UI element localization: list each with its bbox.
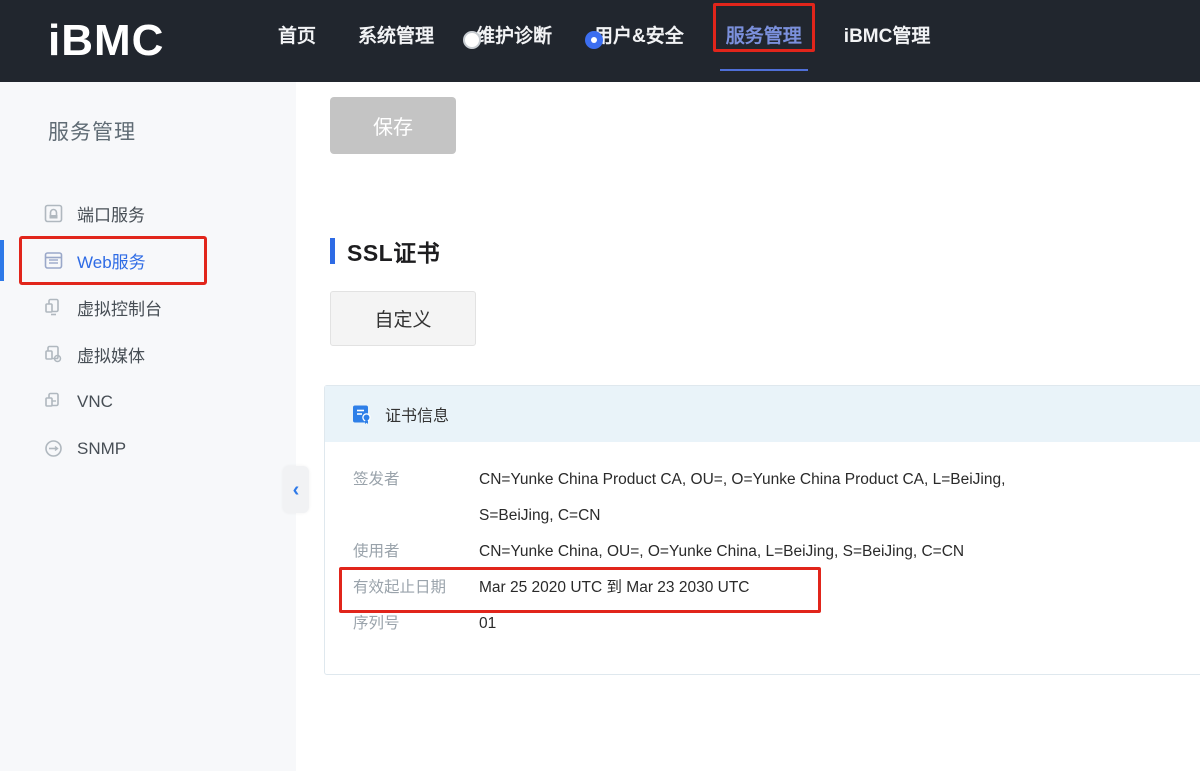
cert-panel-header: 证书信息 xyxy=(325,386,1200,442)
sidebar-item-label: 虚拟媒体 xyxy=(77,342,145,367)
ssl-section-header: SSL证书 xyxy=(330,236,1200,266)
cert-row-label: 使用者 xyxy=(353,534,479,570)
virtual-media-icon xyxy=(44,345,63,364)
custom-button[interactable]: 自定义 xyxy=(330,291,476,346)
sidebar-item-snmp[interactable]: SNMP xyxy=(0,425,296,472)
sidebar-item-label: Web服务 xyxy=(77,248,146,273)
nav-item-service-mgmt[interactable]: 服务管理 xyxy=(726,0,802,82)
sidebar-item-port-service[interactable]: 端口服务 xyxy=(0,190,296,237)
main-nav: 首页 系统管理 维护诊断 用户&安全 服务管理 iBMC管理 xyxy=(278,0,972,82)
collapse-chevron-icon: ‹ xyxy=(293,480,300,500)
sidebar-item-label: VNC xyxy=(77,392,113,412)
cert-row-issuer: 签发者CN=Yunke China Product CA, OU=, O=Yun… xyxy=(353,462,1191,534)
ssl-section-title: SSL证书 xyxy=(347,234,440,268)
sidebar-item-label: SNMP xyxy=(77,439,126,459)
app-logo: iBMC xyxy=(48,16,278,66)
vnc-icon xyxy=(44,392,63,411)
cert-row-subject: 使用者CN=Yunke China, OU=, O=Yunke China, L… xyxy=(353,534,1191,570)
certificate-icon xyxy=(351,403,373,425)
cert-row-value: Mar 25 2020 UTC 到 Mar 23 2030 UTC xyxy=(479,570,1039,606)
nav-item-maintenance[interactable]: 维护诊断 xyxy=(476,0,552,82)
web-service-icon xyxy=(44,251,63,270)
sidebar-item-web-service[interactable]: Web服务 xyxy=(0,237,296,284)
main-content: 会话模式 共享 独占 保存 SSL证书 自定义 证书信息 签发者CN=Yunke… xyxy=(296,0,1200,675)
cert-info-panel: 证书信息 签发者CN=Yunke China Product CA, OU=, … xyxy=(324,385,1200,675)
sidebar-menu: 端口服务 Web服务 虚拟控制台 虚拟媒体 VNC xyxy=(0,190,296,472)
active-indicator-bar xyxy=(0,240,4,281)
virtual-console-icon xyxy=(44,298,63,317)
cert-row-value: 01 xyxy=(479,606,1039,642)
nav-item-user-security[interactable]: 用户&安全 xyxy=(594,0,684,82)
sidebar: 服务管理 端口服务 Web服务 虚拟控制台 虚拟媒体 xyxy=(0,82,296,771)
nav-item-system-mgmt[interactable]: 系统管理 xyxy=(358,0,434,82)
port-service-icon xyxy=(44,204,63,223)
cert-row-label: 签发者 xyxy=(353,462,479,498)
sidebar-item-virtual-console[interactable]: 虚拟控制台 xyxy=(0,284,296,331)
radio-unchecked-icon xyxy=(463,31,481,49)
sidebar-item-label: 端口服务 xyxy=(77,201,145,226)
cert-row-label: 序列号 xyxy=(353,606,479,642)
radio-checked-icon xyxy=(585,31,603,49)
sidebar-collapse-button[interactable]: ‹ xyxy=(283,466,309,513)
sidebar-item-label: 虚拟控制台 xyxy=(77,295,162,320)
save-button[interactable]: 保存 xyxy=(330,97,456,154)
section-accent-bar xyxy=(330,238,335,264)
sidebar-title: 服务管理 xyxy=(0,82,296,146)
nav-item-ibmc-mgmt[interactable]: iBMC管理 xyxy=(844,0,931,82)
cert-row-value: CN=Yunke China Product CA, OU=, O=Yunke … xyxy=(479,462,1039,534)
snmp-icon xyxy=(44,439,63,458)
sidebar-item-vnc[interactable]: VNC xyxy=(0,378,296,425)
sidebar-item-virtual-media[interactable]: 虚拟媒体 xyxy=(0,331,296,378)
cert-row-serial: 序列号01 xyxy=(353,606,1191,642)
nav-item-home[interactable]: 首页 xyxy=(278,0,316,82)
cert-row-label: 有效起止日期 xyxy=(353,570,479,606)
cert-panel-title: 证书信息 xyxy=(385,402,449,426)
cert-row-value: CN=Yunke China, OU=, O=Yunke China, L=Be… xyxy=(479,534,1039,570)
cert-row-validity: 有效起止日期Mar 25 2020 UTC 到 Mar 23 2030 UTC xyxy=(353,570,1191,606)
cert-panel-body: 签发者CN=Yunke China Product CA, OU=, O=Yun… xyxy=(325,442,1200,674)
